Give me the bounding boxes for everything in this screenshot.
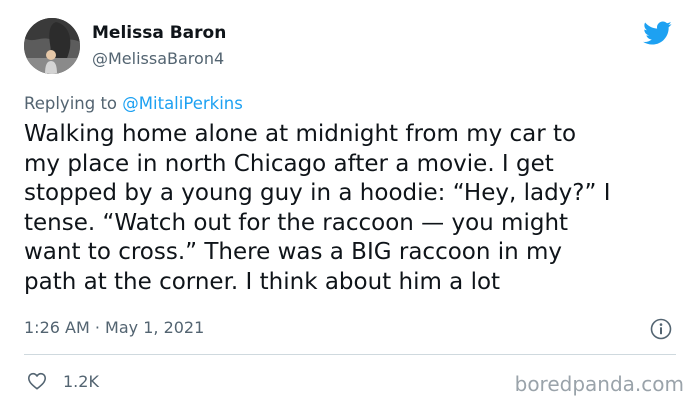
- author-handle[interactable]: @MelissaBaron4: [92, 49, 224, 68]
- tweet-card: Melissa Baron @MelissaBaron4 Replying to…: [0, 0, 700, 409]
- reply-mention-link[interactable]: @MitaliPerkins: [122, 94, 243, 113]
- divider: [24, 354, 676, 355]
- watermark: boredpanda.com: [514, 372, 684, 396]
- info-icon[interactable]: [650, 318, 672, 340]
- heart-icon: [27, 372, 47, 390]
- tweet-text-line: Walking home alone at midnight from my c…: [24, 121, 577, 147]
- like-button[interactable]: 1.2K: [26, 370, 99, 392]
- tweet-time: 1:26 AM: [24, 318, 90, 337]
- reply-prefix: Replying to: [24, 94, 118, 113]
- author-display-name[interactable]: Melissa Baron: [92, 23, 226, 43]
- avatar[interactable]: [24, 18, 80, 74]
- tweet-text-line: stopped by a young guy in a hoodie: “Hey…: [24, 180, 611, 207]
- tweet-text: Walking home alone at midnight from my c…: [24, 120, 674, 298]
- tweet-timestamp[interactable]: 1:26 AM · May 1, 2021: [24, 318, 204, 337]
- meta-separator: ·: [94, 318, 100, 337]
- tweet-text-line: path at the corner. I think about him a …: [24, 268, 501, 295]
- tweet-text-line: my place in north Chicago after a movie.…: [24, 150, 554, 177]
- tweet-date: May 1, 2021: [105, 318, 205, 337]
- twitter-bird-icon[interactable]: [640, 18, 674, 48]
- like-count: 1.2K: [63, 371, 99, 391]
- reply-context: Replying to @MitaliPerkins: [24, 94, 243, 113]
- tweet-text-line: tense. “Watch out for the raccoon — you …: [24, 209, 569, 236]
- tweet-text-line: want to cross.” There was a BIG raccoon …: [24, 239, 563, 266]
